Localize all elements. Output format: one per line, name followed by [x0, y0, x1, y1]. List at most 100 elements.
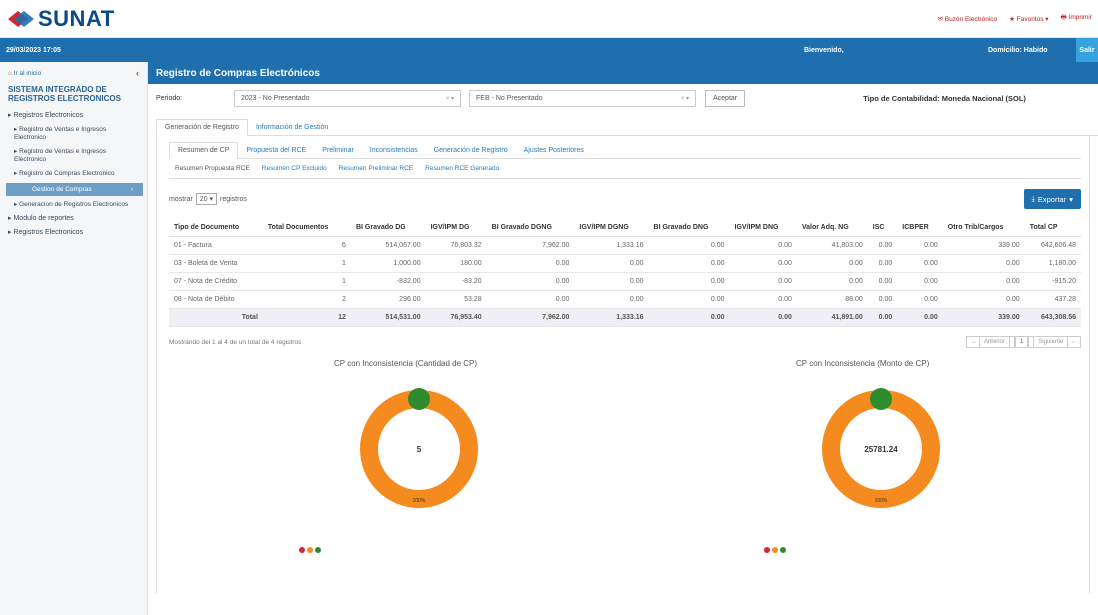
table-cell: 0.00 [574, 254, 649, 273]
column-header[interactable]: IGV/IPM DNG [729, 219, 797, 237]
export-label: Exportar [1037, 194, 1067, 204]
column-header[interactable]: BI Gravado DNG [648, 219, 730, 237]
column-header[interactable]: ICBPER [897, 219, 943, 237]
accounting-type: Tipo de Contabilidad: Moneda Nacional (S… [863, 93, 1026, 103]
table-cell: 514,067.00 [350, 236, 426, 255]
table-cell: 0.00 [648, 236, 730, 255]
column-header[interactable]: BI Gravado DG [350, 219, 426, 237]
column-header[interactable]: IGV/IPM DGNG [574, 219, 649, 237]
session-bar: 29/03/2023 17:05 Bienvenido, Domicilio: … [0, 38, 1098, 62]
pagination: ← Anterior 1 Siguiente → [966, 336, 1081, 348]
tab-resumen-generado[interactable]: Resumen RCE Generado [419, 162, 505, 175]
total-cell: 514,531.00 [350, 308, 426, 327]
charts-area: CP con Inconsistencia (Cantidad de CP) 5… [169, 357, 1081, 557]
table-cell: -83.20 [425, 272, 487, 291]
sidebar-item-registros[interactable]: ▸ Registros Electronicos [0, 109, 147, 123]
print-link[interactable]: 🖶 Imprimir [1061, 13, 1092, 24]
tab-preliminar[interactable]: Preliminar [314, 143, 362, 158]
records-label: registros [220, 195, 247, 203]
collapse-icon[interactable]: ‹ [136, 69, 139, 78]
column-header[interactable]: Otro Trib/Cargos [942, 219, 1025, 237]
donut-marker [870, 388, 892, 410]
total-cell: 76,953.40 [425, 308, 487, 327]
table-cell: 41,803.00 [796, 236, 868, 255]
table-cell: 03 - Boleta de Venta [169, 254, 263, 273]
column-header[interactable]: Total Documentos [262, 219, 351, 237]
sidebar-label: Registros Electronicos [13, 112, 84, 119]
tab-informacion-gestion[interactable]: Información de Gestión [248, 120, 336, 135]
sunat-logo[interactable]: SUNAT [6, 6, 115, 32]
tab-propuesta-rce[interactable]: Propuesta del RCE [238, 143, 314, 158]
tab-ajustes[interactable]: Ajustes Posteriores [516, 143, 592, 158]
table-cell: 08 - Nota de Débito [169, 290, 263, 309]
tab-resumen-excluido[interactable]: Resumen CP Excluido [256, 162, 333, 175]
sidebar-item-reportes[interactable]: ▸ Modulo de reportes [0, 212, 147, 226]
table-cell: 0.00 [486, 254, 575, 273]
sidebar-item-rce[interactable]: ▸ Registro de Compras Electronico [0, 167, 147, 181]
table-cell: -832.00 [350, 272, 426, 291]
pager-row: Mostrando del 1 al 4 de un total de 4 re… [169, 327, 1081, 357]
table-cell: 1,333.16 [574, 236, 649, 255]
prev-button[interactable]: ← Anterior [966, 336, 1015, 348]
sub-tabs: Resumen de CP Propuesta del RCE Prelimin… [169, 136, 1081, 159]
tab-generacion-registro[interactable]: Generación de Registro [156, 119, 248, 136]
column-header[interactable]: Valor Adq. NG [796, 219, 868, 237]
total-row: Total 12 514,531.00 76,953.40 7,962.00 1,333.… [169, 308, 1081, 327]
column-header[interactable]: Tipo de Documento [169, 219, 263, 237]
column-header[interactable]: ISC [867, 219, 898, 237]
favorites-label: Favoritos [1016, 15, 1044, 23]
sidebar-item-gestion-compras[interactable]: Gestion de Compras › [6, 183, 143, 196]
table-cell: 0.00 [867, 236, 898, 255]
sidebar-item-rvie-2[interactable]: ▸ Registro de Ventas e Ingresos Electron… [0, 145, 147, 167]
donut-pct-label: 100% [413, 498, 426, 504]
period-year-select[interactable]: 2023 - No Presentado × ▾ [234, 89, 461, 107]
table-cell: 0.00 [867, 290, 898, 309]
prev-label: Anterior [978, 336, 1010, 348]
sidebar-title: SISTEMA INTEGRADO DE REGISTROS ELECTRONI… [8, 85, 121, 103]
table-cell: 01 - Factura [169, 236, 263, 255]
mailbox-link[interactable]: ✉ Buzón Electrónico [937, 15, 997, 23]
table-cell: 642,606.48 [1024, 236, 1081, 255]
period-month-select[interactable]: FEB - No Presentado × ▾ [469, 89, 696, 107]
accept-button[interactable]: Aceptar [705, 89, 746, 107]
tab-resumen-preliminar[interactable]: Resumen Preliminar RCE [333, 162, 419, 175]
sidebar-item-generacion[interactable]: ▸ Generacion de Registros Electronicos [0, 198, 147, 212]
period-year-value: 2023 - No Presentado [241, 94, 310, 102]
sidebar-item-rvie-1[interactable]: ▸ Registro de Ventas e Ingresos Electron… [0, 123, 147, 145]
table-cell: -915.20 [1024, 272, 1081, 291]
chart-title-cantidad: CP con Inconsistencia (Cantidad de CP) [334, 359, 478, 368]
table-cell: 0.00 [867, 272, 898, 291]
column-header[interactable]: IGV/IPM DG [425, 219, 487, 237]
page-1-button[interactable]: 1 [1014, 336, 1029, 348]
table-row: 01 - Factura 6 514,067.00 76,803.32 7,962.00… [169, 236, 1081, 255]
tab-resumen-cp[interactable]: Resumen de CP [169, 142, 239, 159]
period-row: Periodo: 2023 - No Presentado × ▾ FEB - … [148, 84, 1098, 112]
table-cell: 0.00 [648, 254, 730, 273]
donut-center-value: 5 [417, 445, 422, 454]
column-header[interactable]: Total CP [1024, 219, 1081, 237]
home-icon: ⌂ [8, 70, 12, 77]
table-cell: 0.00 [796, 272, 868, 291]
page-title: Registro de Compras Electrónicos [148, 62, 1098, 84]
chevron-right-icon: › [130, 186, 133, 193]
sidebar-item-registros-2[interactable]: ▸ Registros Electronicos [0, 226, 147, 240]
chart-legend-right [764, 547, 788, 554]
table-row: 08 - Nota de Débito 2 296.00 53.28 0.00 0.00 0… [169, 290, 1081, 309]
legend-marker [764, 547, 788, 554]
column-header[interactable]: BI Gravado DGNG [486, 219, 575, 237]
tab-resumen-propuesta[interactable]: Resumen Propuesta RCE [169, 162, 256, 175]
next-button[interactable]: Siguiente → [1028, 336, 1081, 348]
table-cell: 0.00 [796, 254, 868, 273]
table-cell: 0.00 [897, 272, 943, 291]
export-button[interactable]: ⤓ Exportar ▾ [1023, 189, 1081, 209]
sidebar-label: Gestion de Compras [32, 186, 92, 193]
total-cell: 0.00 [648, 308, 730, 327]
tab-generacion[interactable]: Generación de Registro [426, 143, 516, 158]
exit-button[interactable]: Salir [1076, 38, 1098, 62]
tab-inconsistencias[interactable]: Inconsistencias [362, 143, 426, 158]
table-cell: 0.00 [574, 272, 649, 291]
top-header: SUNAT ✉ Buzón Electrónico ★ Favoritos ▾ … [0, 0, 1098, 38]
home-link[interactable]: ⌂ Ir al inicio ‹ [0, 69, 147, 83]
page-length-select[interactable]: 20 ▾ [195, 193, 217, 205]
favorites-link[interactable]: ★ Favoritos ▾ [1009, 15, 1048, 23]
